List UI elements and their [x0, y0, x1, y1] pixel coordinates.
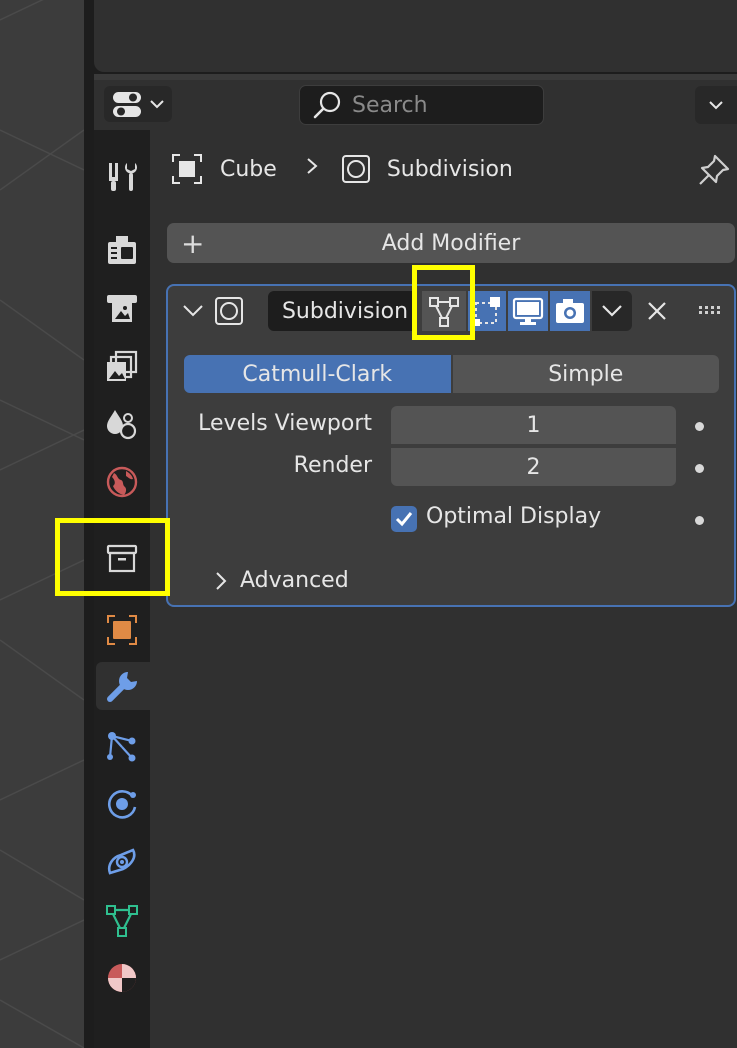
render-levels-field[interactable]: 2	[391, 448, 676, 486]
tab-object[interactable]	[98, 606, 146, 654]
modifier-name-field[interactable]: Subdivision	[268, 291, 416, 331]
chevron-down-icon	[709, 101, 723, 110]
search-placeholder: Search	[352, 92, 428, 118]
chevron-down-icon	[183, 305, 203, 317]
subdivision-method-selector: Catmull-Clark Simple	[184, 355, 719, 393]
highlight-edit-mode-toggle	[412, 265, 475, 340]
tool-icon	[109, 163, 137, 191]
search-input[interactable]: Search	[299, 85, 544, 125]
optimal-display-label: Optimal Display	[426, 504, 602, 529]
tab-view-layer[interactable]	[98, 342, 146, 390]
optimal-display-checkbox[interactable]	[391, 506, 417, 532]
highlight-collection-tab	[55, 518, 170, 596]
object-icon	[107, 615, 137, 645]
breadcrumb-modifier: Subdivision	[386, 156, 513, 182]
levels-viewport-label: Levels Viewport	[198, 411, 372, 436]
chevron-down-icon	[150, 100, 164, 109]
levels-viewport-field[interactable]: 1	[391, 406, 676, 444]
world-icon	[106, 466, 138, 498]
breadcrumb: Cube Subdivision	[170, 148, 513, 190]
panel-collapse-toggle[interactable]	[180, 298, 206, 324]
tab-world[interactable]	[98, 458, 146, 506]
modifier-wrench-icon	[107, 672, 137, 702]
object-cube-icon	[170, 152, 204, 186]
top-editor-area	[94, 0, 737, 74]
modifier-extras-dropdown[interactable]	[592, 291, 632, 331]
checkmark-icon	[395, 512, 413, 527]
tab-particles[interactable]	[98, 722, 146, 770]
advanced-subpanel-header[interactable]: Advanced	[214, 568, 349, 593]
chevron-down-icon	[602, 305, 622, 317]
method-catmull-clark-button[interactable]: Catmull-Clark	[184, 355, 451, 393]
plus-icon: +	[181, 227, 205, 260]
editor-type-button[interactable]	[104, 86, 172, 122]
subdivision-modifier-icon	[339, 152, 373, 186]
add-modifier-label: Add Modifier	[381, 230, 521, 256]
scene-icon	[107, 410, 137, 440]
search-icon	[313, 91, 341, 119]
on-cage-icon	[473, 297, 500, 326]
pin-button[interactable]	[694, 150, 734, 190]
tab-constraints[interactable]	[98, 838, 146, 886]
tab-material[interactable]	[98, 954, 146, 1002]
render-icon	[108, 236, 136, 264]
particles-icon	[107, 732, 136, 762]
pin-icon	[699, 154, 730, 185]
top-editor-body	[94, 0, 737, 72]
constraints-icon	[107, 848, 136, 875]
drag-handle[interactable]	[694, 300, 728, 320]
tab-object-data[interactable]	[98, 896, 146, 944]
view-layer-icon	[107, 350, 138, 381]
subdivision-modifier-icon	[214, 296, 244, 326]
physics-icon	[107, 790, 137, 819]
viewport-display-toggle[interactable]	[508, 291, 548, 331]
drag-grip-icon	[699, 306, 720, 314]
render-toggle[interactable]	[550, 291, 590, 331]
method-simple-button[interactable]: Simple	[452, 355, 719, 393]
advanced-label: Advanced	[240, 568, 349, 593]
keyframe-dot-render[interactable]	[695, 464, 704, 473]
properties-header: Search	[94, 80, 737, 130]
output-icon	[107, 295, 137, 322]
camera-icon	[556, 299, 584, 323]
editor-type-icon	[113, 92, 141, 117]
add-modifier-button[interactable]: + Add Modifier	[167, 223, 735, 263]
options-dropdown-button[interactable]	[695, 86, 737, 124]
tab-tool[interactable]	[98, 152, 146, 200]
breadcrumb-object: Cube	[220, 156, 277, 182]
tab-scene[interactable]	[98, 400, 146, 448]
chevron-right-icon	[216, 571, 227, 590]
keyframe-dot-optimal[interactable]	[695, 516, 704, 525]
keyframe-dot-levels[interactable]	[695, 422, 704, 431]
tab-modifiers[interactable]	[96, 662, 150, 710]
tab-output[interactable]	[98, 284, 146, 332]
monitor-icon	[512, 297, 544, 325]
tab-physics[interactable]	[98, 780, 146, 828]
tab-render[interactable]	[98, 226, 146, 274]
breadcrumb-separator-icon	[305, 156, 319, 182]
object-data-icon	[106, 905, 138, 937]
material-icon	[108, 964, 136, 992]
remove-modifier-button[interactable]	[640, 294, 674, 328]
close-icon	[648, 302, 666, 320]
render-levels-label: Render	[293, 453, 372, 478]
